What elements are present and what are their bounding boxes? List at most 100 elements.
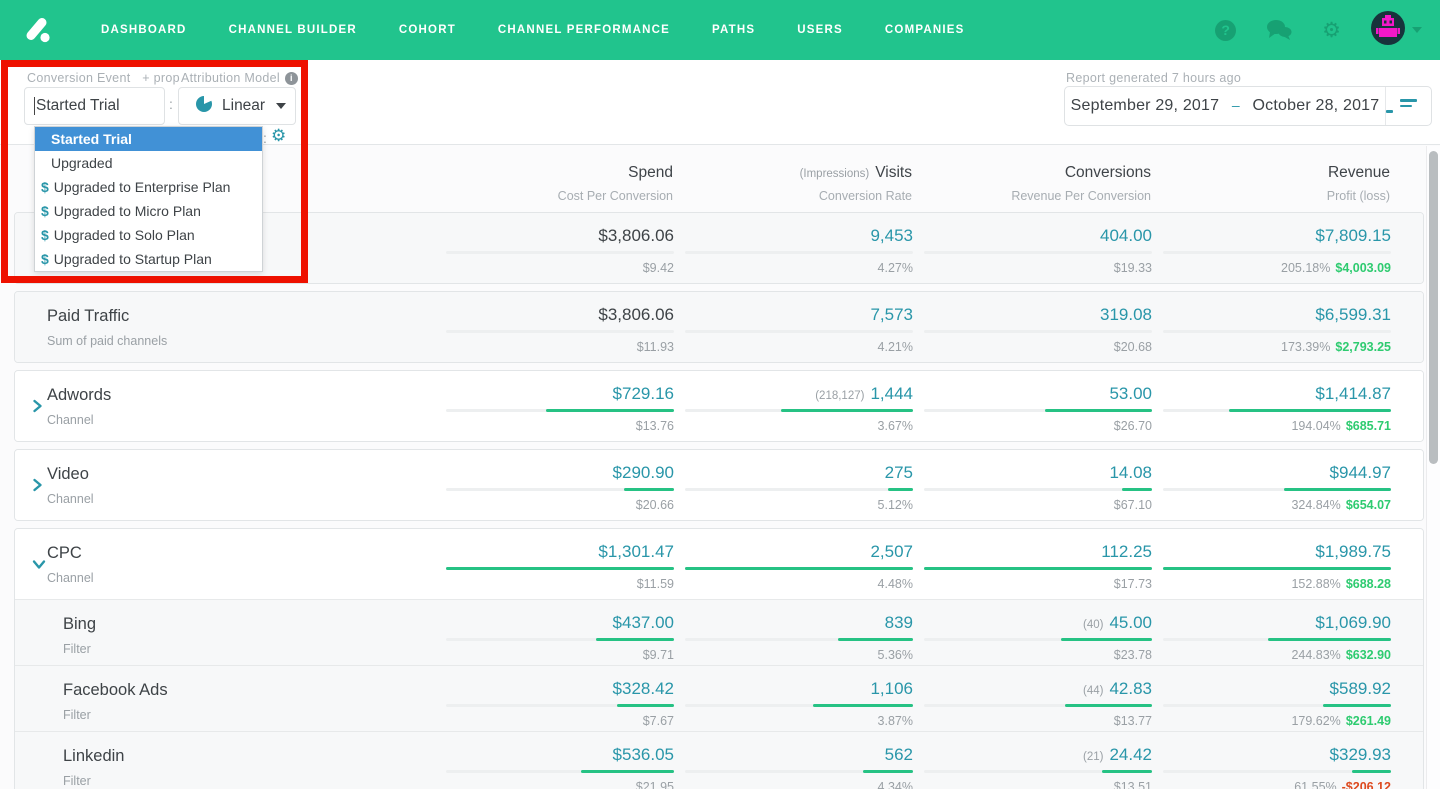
nav-item-users[interactable]: USERS	[776, 0, 864, 60]
table-row-bing[interactable]: Bing Filter $437.00 $9.71 839 5.36% (40) 45.00 $…	[15, 599, 1423, 665]
cell-bar-fill	[837, 638, 913, 641]
cell-subvalue: $26.70	[1113, 419, 1152, 433]
row-subtitle: Sum of paid channels	[47, 334, 168, 348]
cell-profit: $654.07	[1345, 498, 1391, 512]
cell-subvalue: $23.78	[1113, 648, 1152, 662]
cell-revenue: $6,599.31 173.39% $2,793.25	[1163, 292, 1391, 362]
cell-bar-track	[924, 488, 1152, 491]
cell-spend: $536.05 $21.95	[446, 732, 674, 789]
table-row-paid-traffic[interactable]: Paid Traffic Sum of paid channels $3,806.0…	[15, 292, 1423, 362]
cell-bar-track	[685, 330, 913, 333]
column-header-conversions: Conversions Revenue Per Conversion	[923, 164, 1151, 212]
add-prop-button[interactable]: + prop	[142, 71, 180, 85]
cell-value-line: 53.00	[924, 384, 1152, 404]
cell-spend: $290.90 $20.66	[446, 450, 674, 520]
cell-spend: $1,301.47 $11.59	[446, 529, 674, 599]
cell-profit: $4,003.09	[1335, 261, 1391, 275]
cell-visits: (218,127) 1,444 3.67%	[685, 371, 913, 441]
user-menu[interactable]	[1371, 10, 1422, 50]
cell-spend: $3,806.06 $11.93	[446, 292, 674, 362]
nav-item-dashboard[interactable]: DASHBOARD	[80, 0, 208, 60]
dropdown-item-upgraded-to-startup-plan[interactable]: $ Upgraded to Startup Plan	[35, 247, 262, 271]
cell-value: $3,806.06	[598, 305, 674, 324]
nav-item-channel-builder[interactable]: CHANNEL BUILDER	[208, 0, 378, 60]
cell-value-line: 112.25	[924, 542, 1152, 562]
cell-value-line: $329.93	[1163, 745, 1391, 765]
cell-subvalue: $7.67	[642, 714, 674, 728]
attribution-model-select[interactable]: Linear	[178, 87, 296, 125]
table-row-facebook-ads[interactable]: Facebook Ads Filter $328.42 $7.67 1,106 3.87%…	[15, 665, 1423, 731]
dropdown-item-label: Upgraded to Micro Plan	[53, 203, 201, 219]
dropdown-item-started-trial[interactable]: Started Trial	[35, 127, 262, 151]
row-title: Facebook Ads	[63, 681, 168, 699]
filter-icon[interactable]	[1385, 87, 1431, 125]
cell-value: $329.93	[1329, 745, 1391, 764]
cell-value: 9,453	[870, 226, 913, 245]
cell-subvalue: $17.73	[1113, 577, 1152, 591]
nav-item-companies[interactable]: COMPANIES	[864, 0, 986, 60]
table-card: Video Channel $290.90 $20.66 275 5.12% 14.08 $6…	[14, 449, 1424, 521]
dropdown-item-upgraded[interactable]: Upgraded	[35, 151, 262, 175]
cell-percent: 205.18%	[1281, 261, 1331, 275]
conversion-event-label: Conversion Event + prop	[27, 71, 180, 85]
info-icon[interactable]: i	[284, 71, 298, 85]
table-row-cpc[interactable]: CPC Channel $1,301.47 $11.59 2,507 4.48% 112.2…	[15, 529, 1423, 599]
cell-bar-track	[924, 251, 1152, 254]
chevron-right-icon[interactable]	[32, 399, 43, 418]
row-title: Video	[47, 465, 89, 483]
chevron-down-icon	[1412, 27, 1422, 33]
cell-value-line: (21) 24.42	[924, 745, 1152, 765]
row-name-cell: Linkedin Filter	[15, 732, 435, 789]
cell-value: 45.00	[1109, 613, 1152, 632]
cell-visits: 1,106 3.87%	[685, 666, 913, 731]
table-row-adwords[interactable]: Adwords Channel $729.16 $13.76 (218,127) 1,44…	[15, 371, 1423, 441]
dropdown-item-upgraded-to-solo-plan[interactable]: $ Upgraded to Solo Plan	[35, 223, 262, 247]
cell-value-line: $3,806.06	[446, 226, 674, 246]
vertical-scrollbar[interactable]	[1426, 146, 1440, 789]
cell-value-line: 9,453	[685, 226, 913, 246]
column-header-label: Revenue	[1327, 164, 1390, 181]
row-title: Linkedin	[63, 747, 125, 765]
table-row-linkedin[interactable]: Linkedin Filter $536.05 $21.95 562 4.34% (21) 2…	[15, 731, 1423, 789]
cell-value-line: 14.08	[924, 463, 1152, 483]
cell-bar-track	[685, 251, 913, 254]
cell-bar-fill	[1229, 409, 1391, 412]
chat-icon[interactable]	[1266, 19, 1292, 41]
cell-bar-fill	[617, 704, 674, 707]
cell-subvalue: $20.68	[1113, 340, 1152, 354]
cell-bar-fill	[580, 770, 674, 773]
cell-value: 112.25	[1101, 542, 1152, 561]
chevron-down-icon[interactable]	[32, 557, 46, 575]
cell-conversions: 14.08 $67.10	[924, 450, 1152, 520]
cell-bar-track	[685, 409, 913, 412]
conversion-event-input[interactable]: Started Trial	[24, 87, 165, 125]
cell-subvalue: 205.18% $4,003.09	[1163, 261, 1391, 275]
cell-subvalue: $19.33	[1113, 261, 1152, 275]
cell-bar-track	[924, 330, 1152, 333]
nav-item-channel-performance[interactable]: CHANNEL PERFORMANCE	[477, 0, 691, 60]
dollar-icon: $	[41, 203, 49, 219]
help-icon[interactable]: ?	[1215, 19, 1237, 41]
dropdown-item-upgraded-to-enterprise-plan[interactable]: $ Upgraded to Enterprise Plan	[35, 175, 262, 199]
cell-subvalue: $21.95	[635, 780, 674, 789]
cell-value: $1,414.87	[1315, 384, 1391, 403]
chevron-right-icon[interactable]	[32, 478, 43, 497]
dropdown-item-upgraded-to-micro-plan[interactable]: $ Upgraded to Micro Plan	[35, 199, 262, 223]
nav-item-paths[interactable]: PATHS	[691, 0, 776, 60]
cell-spend: $328.42 $7.67	[446, 666, 674, 731]
cell-bar-track	[446, 488, 674, 491]
cell-value-line: $1,989.75	[1163, 542, 1391, 562]
cell-bar-fill	[596, 638, 674, 641]
date-range-picker[interactable]: September 29, 2017 – October 28, 2017	[1064, 86, 1432, 126]
dropdown-item-label: Upgraded to Solo Plan	[53, 227, 195, 243]
nav-item-cohort[interactable]: COHORT	[378, 0, 477, 60]
scrollbar-thumb[interactable]	[1429, 151, 1438, 464]
cell-value: 319.08	[1100, 305, 1152, 324]
table-row-video[interactable]: Video Channel $290.90 $20.66 275 5.12% 14.08 $6…	[15, 450, 1423, 520]
avatar	[1371, 10, 1405, 50]
cell-subvalue: 5.36%	[877, 648, 913, 662]
dollar-icon: $	[41, 251, 49, 267]
app-logo-icon[interactable]	[22, 14, 54, 46]
settings-icon[interactable]: ⚙	[1322, 20, 1341, 41]
report-settings-icon[interactable]: ⚙	[271, 126, 286, 146]
